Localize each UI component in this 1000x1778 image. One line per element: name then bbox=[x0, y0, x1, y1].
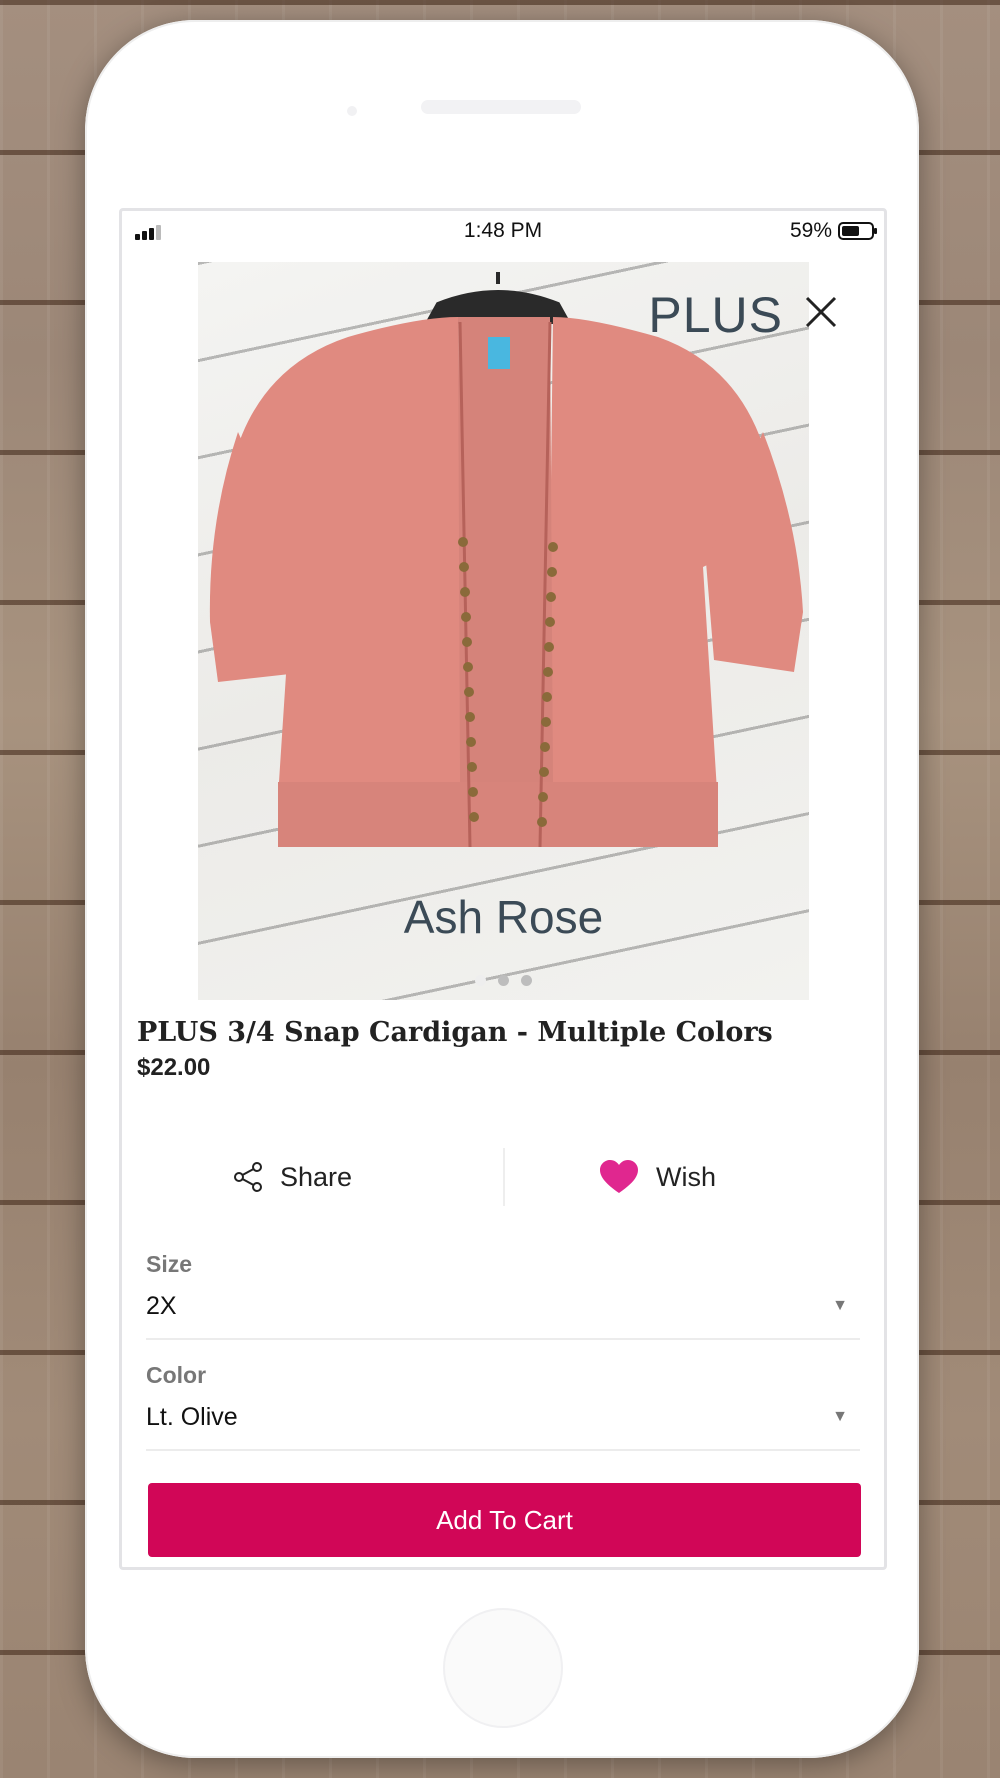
size-value: 2X bbox=[146, 1291, 177, 1320]
home-button[interactable] bbox=[443, 1608, 563, 1728]
battery-icon bbox=[838, 222, 877, 240]
color-value: Lt. Olive bbox=[146, 1402, 238, 1431]
image-overlay-text: PLUS bbox=[648, 287, 783, 343]
battery-percent: 59% bbox=[789, 219, 832, 242]
status-time: 1:48 PM bbox=[463, 219, 543, 242]
earpiece-speaker bbox=[421, 100, 581, 114]
image-pager[interactable] bbox=[198, 975, 809, 986]
color-selector[interactable]: Color Lt. Olive ▼ bbox=[146, 1362, 860, 1451]
front-camera bbox=[347, 106, 357, 116]
pager-dot[interactable] bbox=[521, 975, 532, 986]
heart-icon bbox=[600, 1160, 638, 1193]
share-icon bbox=[234, 1162, 262, 1192]
pager-dot[interactable] bbox=[475, 975, 486, 986]
close-icon[interactable] bbox=[803, 294, 839, 330]
wish-label: Wish bbox=[656, 1161, 716, 1192]
chevron-down-icon: ▼ bbox=[832, 1408, 848, 1425]
size-label: Size bbox=[146, 1251, 193, 1277]
wish-button[interactable]: Wish bbox=[600, 1148, 716, 1206]
action-row: Share Wish bbox=[122, 1148, 884, 1206]
product-image[interactable]: PLUS Ash Rose bbox=[198, 262, 809, 1000]
product-price: $22.00 bbox=[137, 1054, 211, 1081]
product-title: PLUS 3/4 Snap Cardigan - Multiple Colors bbox=[137, 1017, 773, 1048]
size-dropdown[interactable]: 2X ▼ bbox=[146, 1284, 860, 1340]
color-dropdown[interactable]: Lt. Olive ▼ bbox=[146, 1395, 860, 1451]
app-screen: 1:48 PM 59% PLUS Ash Rose PLUS 3/4 Snap … bbox=[119, 208, 887, 1570]
size-selector[interactable]: Size 2X ▼ bbox=[146, 1251, 860, 1340]
share-label: Share bbox=[280, 1161, 353, 1192]
chevron-down-icon: ▼ bbox=[832, 1297, 848, 1314]
pager-dot[interactable] bbox=[498, 975, 509, 986]
add-to-cart-button[interactable]: Add To Cart bbox=[148, 1483, 861, 1557]
share-button[interactable]: Share bbox=[232, 1148, 352, 1206]
battery-indicator: 59% bbox=[789, 219, 877, 243]
action-divider bbox=[503, 1148, 505, 1206]
color-label: Color bbox=[146, 1362, 207, 1388]
status-bar: 1:48 PM 59% bbox=[122, 211, 884, 251]
image-caption: Ash Rose bbox=[403, 891, 604, 943]
